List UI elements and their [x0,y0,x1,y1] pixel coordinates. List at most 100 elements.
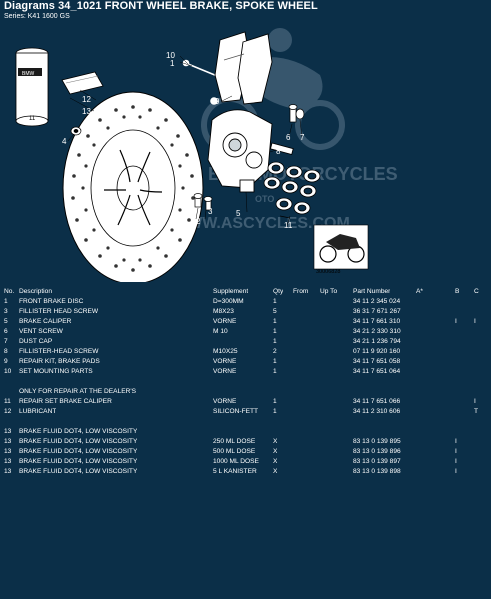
col-header-part-number: Part Number [353,288,391,295]
cell-c: I [474,398,476,405]
table-row[interactable]: 13 BRAKE FLUID DOT4, LOW VISCOSITY 500 ML … [0,447,491,457]
cell-desc: DUST CAP [19,338,53,345]
cell-desc: FILLISTER-HEAD SCREW [19,348,99,355]
table-row[interactable]: 3 FILLISTER HEAD SCREW M8X23 5 36 31 7 671 2… [0,307,491,317]
cell-no: 10 [4,368,12,375]
cell-qty: X [273,438,278,445]
cell-desc: BRAKE CALIPER [19,318,72,325]
cell-qty: 2 [273,348,277,355]
cell-no: 13 [4,438,12,445]
table-row[interactable]: 13 BRAKE FLUID DOT4, LOW VISCOSITY 250 ML … [0,437,491,447]
cell-desc: SET MOUNTING PARTS [19,368,93,375]
cell-no: 7 [4,338,8,345]
cell-part: 34 11 7 661 310 [353,318,401,325]
cell-qty: X [273,448,278,455]
series-label: Series: K41 1600 GS [4,13,70,20]
cell-b: I [455,438,457,445]
cell-b: I [455,458,457,465]
cell-desc: LUBRICANT [19,408,57,415]
callout-4: 4 [62,137,67,146]
table-row[interactable]: 9 REPAIR KIT, BRAKE PADS VORNE 1 34 11 7 651… [0,357,491,367]
cell-supp: VORNE [213,398,237,405]
cell-part: 07 11 9 920 160 [353,348,401,355]
cell-part: 34 11 2 310 606 [353,408,401,415]
cell-desc: BRAKE FLUID DOT4, LOW VISCOSITY [19,438,138,445]
col-header-b: B [455,288,460,295]
can-brand-label: BMW [22,71,35,77]
col-header-no: No. [4,288,15,295]
cell-qty: 1 [273,398,277,405]
col-header-description: Description [19,288,52,295]
watermark-mid: OTO [255,194,274,204]
cell-qty: X [273,458,278,465]
callout-5: 5 [236,209,241,218]
cell-qty: 1 [273,328,277,335]
cell-no: 13 [4,428,12,435]
cell-desc: BRAKE FLUID DOT4, LOW VISCOSITY [19,458,138,465]
cell-part: 83 13 0 139 898 [353,468,401,475]
table-row[interactable]: 6 VENT SCREW M 10 1 34 21 2 330 310 [0,327,491,337]
cell-desc: REPAIR SET BRAKE CALIPER [19,398,112,405]
table-row[interactable]: 7 DUST CAP 1 34 21 1 236 794 [0,337,491,347]
motorcycle-thumbnail: 30006828 [313,224,369,275]
cell-desc: BRAKE FLUID DOT4, LOW VISCOSITY [19,428,138,435]
can-callout: 11 [29,116,36,122]
callout-1: 1 [170,59,175,68]
cell-part: 83 13 0 139 897 [353,458,401,465]
cell-supp: 500 ML DOSE [213,448,256,455]
table-row[interactable]: 12 LUBRICANT SILICON-FETT 1 34 11 2 310 606 T [0,407,491,417]
cell-qty: 1 [273,338,277,345]
rows-fluid: 13 BRAKE FLUID DOT4, LOW VISCOSITY 13 BRAKE… [0,427,491,477]
cell-supp: 5 L KANISTER [213,468,257,475]
section-dealer-heading: ONLY FOR REPAIR AT THE DEALER'S [19,388,137,395]
cell-qty: 1 [273,358,277,365]
table-row[interactable]: 5 BRAKE CALIPER VORNE 1 34 11 7 661 310 I I [0,317,491,327]
cell-supp: SILICON-FETT [213,408,259,415]
cell-no: 8 [4,348,8,355]
cell-b: I [455,448,457,455]
cell-desc: VENT SCREW [19,328,63,335]
cell-c: T [474,408,479,415]
callout-7: 7 [300,133,305,142]
exploded-parts-diagram: A&S BMW MOTORCYCLES OTO WWW.ASCYCLES.COM… [0,20,491,282]
cell-no: 9 [4,358,8,365]
cell-desc: REPAIR KIT, BRAKE PADS [19,358,100,365]
cell-desc: FILLISTER HEAD SCREW [19,308,99,315]
cell-b: I [455,318,457,325]
cell-supp: VORNE [213,358,237,365]
rows-dealer: 11 REPAIR SET BRAKE CALIPER VORNE 1 34 11 7 … [0,397,491,417]
callout-6: 6 [286,133,291,142]
cell-no: 13 [4,468,12,475]
table-row[interactable]: 1 FRONT BRAKE DISC D=300MM 1 34 11 2 345 024 [0,297,491,307]
cell-supp: 250 ML DOSE [213,438,256,445]
cell-b: I [455,468,457,475]
image-code: 30006828 [316,269,340,275]
cell-part: 83 13 0 139 896 [353,448,401,455]
parts-table: No. Description Supplement Qty From Up T… [0,287,491,477]
table-row[interactable]: 11 REPAIR SET BRAKE CALIPER VORNE 1 34 11 7 … [0,397,491,407]
table-row[interactable]: 10 SET MOUNTING PARTS VORNE 1 34 11 7 651 06… [0,367,491,377]
callout-12: 12 [82,95,91,104]
cell-supp: 1000 ML DOSE [213,458,259,465]
cell-supp: M8X23 [213,308,234,315]
cell-supp: M10X25 [213,348,238,355]
cell-no: 1 [4,298,8,305]
cell-qty: X [273,468,278,475]
cell-no: 11 [4,398,11,405]
table-row[interactable]: 13 BRAKE FLUID DOT4, LOW VISCOSITY 1000 ML… [0,457,491,467]
cell-no: 6 [4,328,8,335]
table-row[interactable]: 13 BRAKE FLUID DOT4, LOW VISCOSITY [0,427,491,437]
cell-part: 34 11 2 345 024 [353,298,401,305]
cell-desc: BRAKE FLUID DOT4, LOW VISCOSITY [19,448,138,455]
table-row[interactable]: 13 BRAKE FLUID DOT4, LOW VISCOSITY 5 L KAN… [0,467,491,477]
cell-supp: VORNE [213,318,237,325]
brake-pads-drawing [214,31,273,105]
rows-main: 1 FRONT BRAKE DISC D=300MM 1 34 11 2 345 024… [0,297,491,377]
cell-no: 13 [4,448,12,455]
cell-supp: D=300MM [213,298,244,305]
table-row[interactable]: 8 FILLISTER-HEAD SCREW M10X25 2 07 11 9 920 … [0,347,491,357]
col-header-qty: Qty [273,288,284,295]
cell-part: 34 11 7 651 058 [353,358,401,365]
callout-11: 11 [284,221,293,230]
seal-kit-drawing [263,161,321,215]
